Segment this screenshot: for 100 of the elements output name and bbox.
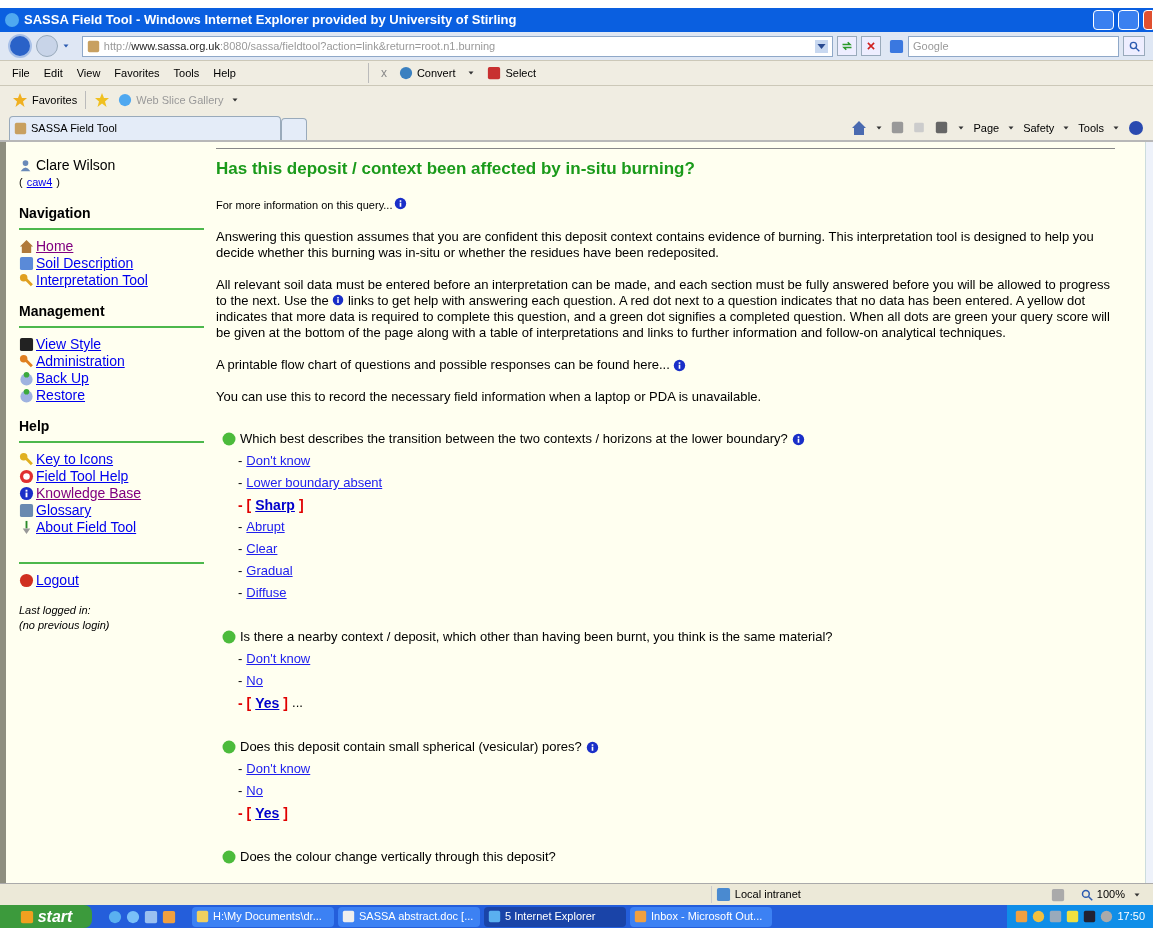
option-bullet: -: [238, 519, 243, 535]
command-menu[interactable]: Tools: [1078, 119, 1104, 136]
dropdown-caret-icon[interactable]: [467, 69, 476, 77]
option-bullet: - [: [238, 805, 252, 821]
nav-link[interactable]: Home: [19, 238, 74, 255]
option-bullet: -: [238, 585, 243, 601]
star-icon: [12, 92, 28, 108]
minimize-button[interactable]: [1093, 10, 1114, 30]
nav-link[interactable]: Key to Icons: [19, 451, 114, 468]
menu-item[interactable]: Favorites: [114, 64, 160, 82]
question-text: Is there a nearby context / deposit, which other than having been burnt, you think is the same material?: [240, 629, 833, 645]
section-heading: Navigation: [19, 205, 204, 230]
dropdown-caret-icon[interactable]: [231, 96, 240, 104]
search-icon: [1128, 40, 1140, 52]
answer-link[interactable]: Yes: [255, 695, 280, 711]
answer-link[interactable]: Abrupt: [246, 519, 285, 535]
disc-icon: [19, 388, 34, 403]
window-title: SASSA Field Tool - Windows Internet Explorer provided by University of Stirling: [24, 11, 518, 30]
key-icon: [19, 452, 34, 467]
section-heading: Management: [19, 303, 204, 328]
taskbar-button[interactable]: SASSA abstract.doc [...: [338, 906, 480, 927]
option-bullet: - [: [238, 497, 252, 513]
menu-item[interactable]: View: [76, 64, 101, 82]
close-icon: [866, 41, 877, 51]
record-note: You can use this to record the necessary field information when a laptop or PDA is unavailable.: [216, 389, 763, 405]
answer-link[interactable]: Gradual: [246, 563, 293, 579]
back-button[interactable]: [8, 34, 32, 58]
parenthesis: ): [56, 175, 61, 190]
nav-link[interactable]: Restore: [19, 387, 86, 404]
favorites-button[interactable]: Favorites: [12, 91, 78, 109]
option-bullet: -: [238, 453, 243, 469]
option-bullet: -: [238, 783, 243, 799]
nav-link[interactable]: Back Up: [19, 370, 89, 387]
closing-bracket: ]: [283, 805, 289, 821]
search-button[interactable]: [1123, 36, 1145, 56]
add-favorite-icon: [94, 92, 111, 108]
dropdown-caret-icon[interactable]: [815, 39, 829, 53]
command-menu[interactable]: Page: [973, 119, 1000, 136]
taskbar-button[interactable]: 5 Internet Explorer: [484, 906, 626, 927]
start-button[interactable]: start: [0, 905, 92, 928]
answer-link[interactable]: Clear: [246, 541, 278, 557]
menu-item[interactable]: Help: [213, 64, 236, 82]
nav-link[interactable]: Soil Description: [19, 255, 134, 272]
status-dot: [222, 850, 236, 864]
option-bullet: -: [238, 475, 243, 491]
convert-button[interactable]: Convert: [398, 64, 456, 82]
username-link[interactable]: caw4: [26, 174, 53, 191]
info-icon: [672, 358, 686, 372]
question-text: Which best describes the transition between the two contexts / horizons at the lower boundary?: [240, 431, 788, 447]
ellipsis-text: ...: [292, 695, 303, 711]
menu-item[interactable]: Edit: [43, 64, 63, 82]
parenthesis: (: [19, 175, 23, 190]
answer-link[interactable]: Diffuse: [246, 585, 287, 601]
option-bullet: -: [238, 761, 243, 777]
answer-link[interactable]: Don't know: [246, 453, 311, 469]
answer-link[interactable]: Lower boundary absent: [246, 475, 383, 491]
user-icon: [19, 159, 32, 172]
option-bullet: -: [238, 541, 243, 557]
logout-link[interactable]: Logout: [19, 572, 79, 589]
taskbar-button[interactable]: Inbox - Microsoft Out...: [630, 906, 772, 927]
nav-link[interactable]: About Field Tool: [19, 519, 137, 536]
zoom-button[interactable]: 100%: [1080, 886, 1125, 903]
more-info-text: For more information on this query...: [216, 198, 393, 213]
menu-item[interactable]: File: [12, 64, 30, 82]
answer-link[interactable]: No: [246, 783, 263, 799]
option-bullet: -: [238, 563, 243, 579]
answer-link[interactable]: No: [246, 673, 263, 689]
nav-link[interactable]: Interpretation Tool: [19, 272, 148, 289]
nav-link[interactable]: Glossary: [19, 502, 92, 519]
nav-link[interactable]: Knowledge Base: [19, 485, 142, 502]
command-menu[interactable]: Safety: [1023, 119, 1055, 136]
status-dot: [222, 740, 236, 754]
option-bullet: -: [238, 673, 243, 689]
answer-link[interactable]: Sharp: [255, 497, 295, 513]
answer-link[interactable]: Yes: [255, 805, 280, 821]
home-icon: [851, 119, 868, 136]
restore-button[interactable]: [1118, 10, 1139, 30]
zone-text: Local intranet: [734, 887, 801, 903]
browser-tab[interactable]: SASSA Field Tool: [9, 116, 281, 140]
address-field[interactable]: http://www.sassa.org.uk:8080/sassa/fieldtool?action=link&return=root.n1.burning: [81, 35, 834, 57]
status-dot: [222, 432, 236, 446]
dropdown-caret-icon[interactable]: [61, 42, 70, 50]
stop-button[interactable]: [861, 36, 882, 56]
refresh-button[interactable]: [837, 36, 858, 56]
menu-item[interactable]: Tools: [173, 64, 200, 82]
search-field[interactable]: Google: [908, 35, 1120, 57]
answer-link[interactable]: Don't know: [246, 761, 311, 777]
nav-link[interactable]: View Style: [19, 336, 102, 353]
last-login-value: (no previous login): [19, 618, 111, 633]
nav-link[interactable]: Administration: [19, 353, 125, 370]
answer-link[interactable]: Don't know: [246, 651, 311, 667]
taskbar-button[interactable]: H:\My Documents\dr...: [192, 906, 334, 927]
option-bullet: - [: [238, 695, 252, 711]
info-icon: [19, 486, 34, 501]
last-login-label: Last logged in:: [19, 603, 92, 618]
nav-link[interactable]: Field Tool Help: [19, 468, 129, 485]
select-button[interactable]: Select: [487, 64, 537, 82]
arrows-icon: [841, 40, 854, 52]
home-icon: [19, 239, 34, 254]
close-button[interactable]: [1143, 10, 1153, 30]
